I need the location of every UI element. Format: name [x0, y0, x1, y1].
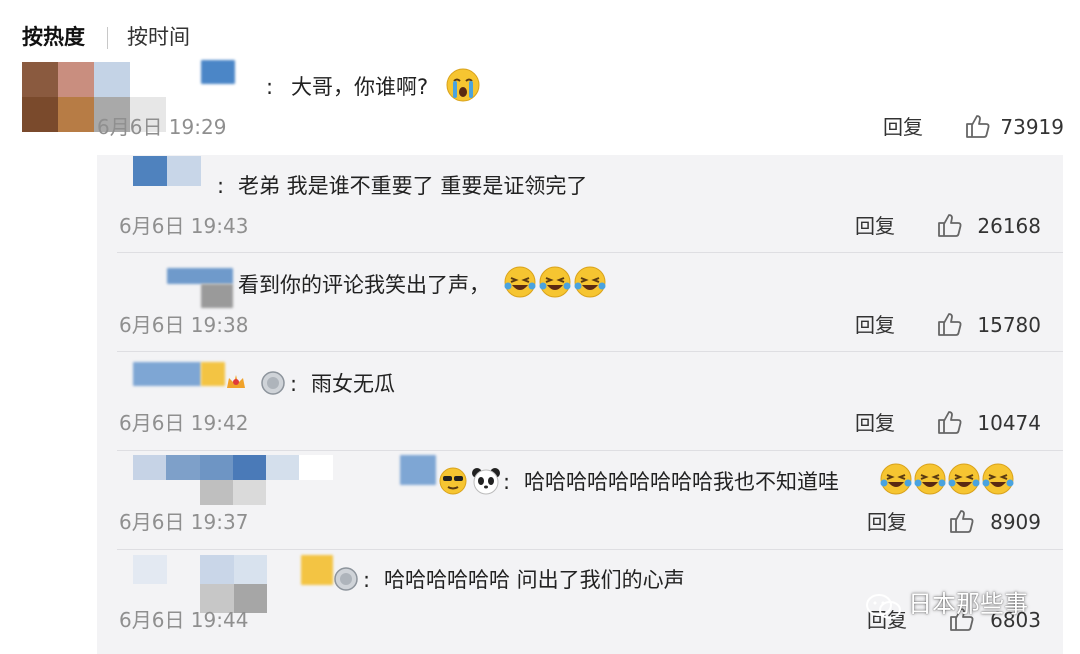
comment-time: 6月6日 19:29 [97, 115, 227, 139]
colon-separator: : [266, 75, 274, 99]
reply-text: 哈哈哈哈哈哈哈哈哈我也不知道哇 [524, 470, 839, 494]
comment-text: 大哥，你谁啊? [291, 75, 429, 99]
sort-by-time-tab[interactable]: 按时间 [127, 22, 190, 52]
cool-face-icon [439, 467, 467, 495]
username-blurred[interactable] [201, 60, 235, 84]
colon-separator: : [363, 568, 371, 592]
reply-divider [117, 549, 1063, 550]
reply-avatar-blurred[interactable] [133, 156, 201, 186]
panda-icon [472, 468, 500, 495]
reply-time: 6月6日 19:42 [119, 411, 249, 435]
reply-time: 6月6日 19:43 [119, 214, 249, 238]
colon-separator: : [217, 174, 225, 198]
laugh-cry-icon [948, 463, 980, 495]
thumbs-up-icon[interactable] [937, 409, 963, 435]
laugh-cry-icon [982, 463, 1014, 495]
reply-text: 看到你的评论我笑出了声， [238, 273, 490, 297]
reply-time: 6月6日 19:44 [119, 608, 249, 632]
laugh-cry-icon [504, 266, 536, 298]
reply-divider [117, 450, 1063, 451]
like-count: 73919 [1000, 115, 1064, 139]
reply-divider [117, 252, 1063, 253]
thumbs-up-icon[interactable] [965, 113, 991, 139]
medal-badge-icon [334, 567, 358, 591]
thumbs-up-icon[interactable] [937, 311, 963, 337]
reply-avatar-blurred[interactable] [133, 555, 267, 613]
thumbs-up-icon[interactable] [949, 508, 975, 534]
reply-button[interactable]: 回复 [867, 508, 907, 536]
reply-avatar-blurred[interactable] [133, 362, 201, 386]
laugh-cry-icon [914, 463, 946, 495]
like-count: 15780 [977, 313, 1041, 337]
reply-divider [117, 351, 1063, 352]
reply-text: 老弟 我是谁不重要了 重要是证领完了 [238, 174, 588, 198]
laugh-cry-icon [539, 266, 571, 298]
reply-time: 6月6日 19:38 [119, 313, 249, 337]
like-count: 10474 [977, 411, 1041, 435]
thumbs-up-icon[interactable] [937, 212, 963, 238]
username-blurred[interactable] [400, 455, 436, 485]
like-count: 26168 [977, 214, 1041, 238]
colon-separator: : [503, 470, 511, 494]
username-blurred[interactable] [201, 362, 225, 386]
reply-avatar-blurred[interactable] [133, 455, 333, 505]
wechat-icon [866, 594, 901, 619]
reply-button[interactable]: 回复 [855, 409, 895, 437]
medal-badge-icon [261, 371, 285, 395]
reply-time: 6月6日 19:37 [119, 510, 249, 534]
reply-text: 哈哈哈哈哈哈 问出了我们的心声 [384, 568, 685, 592]
username-blurred[interactable] [301, 555, 333, 585]
crying-face-icon [446, 68, 480, 102]
watermark-text: 日本那些事 [908, 590, 1028, 618]
reply-button[interactable]: 回复 [855, 212, 895, 240]
laugh-cry-icon [880, 463, 912, 495]
tab-divider [107, 27, 108, 49]
laugh-cry-icon [574, 266, 606, 298]
username-blurred[interactable] [201, 284, 233, 308]
like-count: 8909 [990, 510, 1041, 534]
sort-by-hot-tab[interactable]: 按热度 [22, 22, 85, 52]
reply-button[interactable]: 回复 [883, 113, 923, 141]
reply-avatar-blurred[interactable] [167, 268, 233, 284]
reply-button[interactable]: 回复 [855, 311, 895, 339]
reply-text: 雨女无瓜 [311, 372, 395, 396]
colon-separator: : [290, 372, 298, 396]
crown-badge-icon [227, 375, 245, 388]
